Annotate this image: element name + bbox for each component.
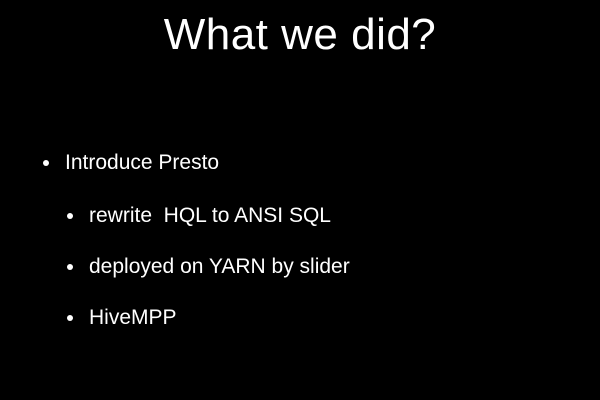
bullet-dot-icon xyxy=(67,315,73,321)
bullet-item-introduce-presto: Introduce Presto xyxy=(43,149,219,177)
bullet-dot-icon xyxy=(43,160,49,166)
bullet-text: HiveMPP xyxy=(89,306,177,329)
bullet-text: Introduce Presto xyxy=(65,151,220,174)
bullet-list: Introduce Presto rewrite HQL to ANSI SQL… xyxy=(0,0,600,400)
presentation-slide: What we did? Introduce Presto rewrite HQ… xyxy=(0,0,600,400)
bullet-item-rewrite-hql: rewrite HQL to ANSI SQL xyxy=(67,202,331,230)
bullet-text: rewrite HQL to ANSI SQL xyxy=(89,204,331,227)
bullet-item-deployed-on-yarn: deployed on YARN by slider xyxy=(67,253,350,281)
bullet-item-hivempp: HiveMPP xyxy=(67,304,177,332)
bullet-dot-icon xyxy=(67,213,73,219)
bullet-text: deployed on YARN by slider xyxy=(89,255,350,278)
bullet-dot-icon xyxy=(67,264,73,270)
